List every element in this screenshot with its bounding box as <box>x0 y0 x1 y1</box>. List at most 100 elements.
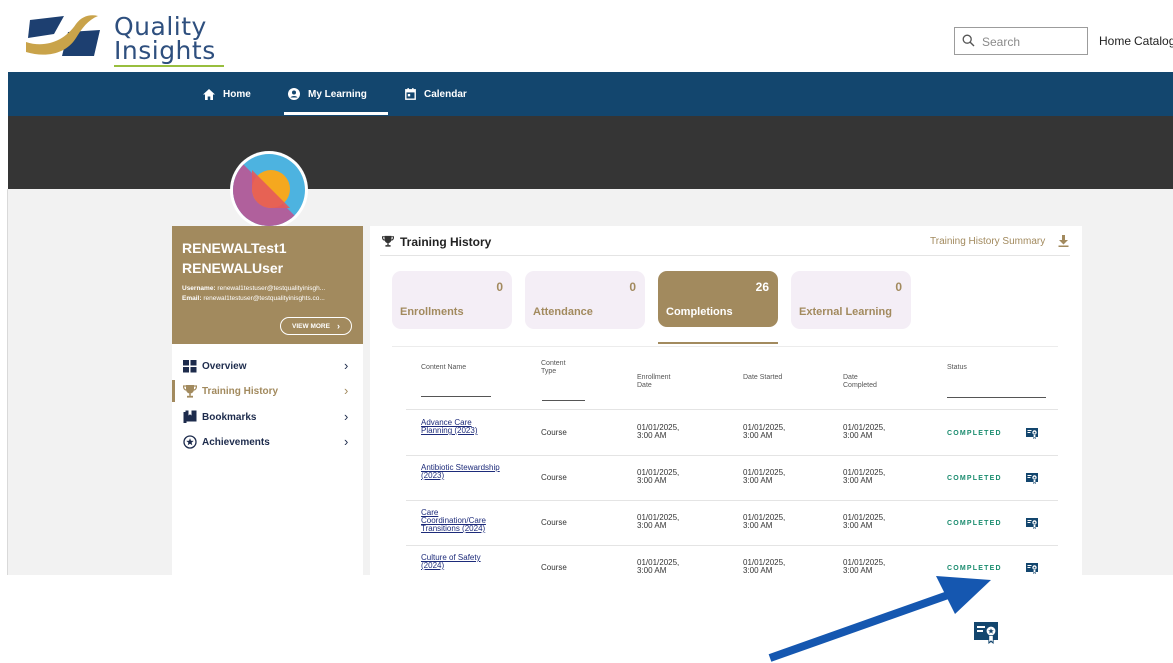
row-content-type: Course <box>541 473 567 482</box>
row-date-completed: 01/01/2025, 3:00 AM <box>843 468 886 485</box>
table-row: Advance Care Planning (2023) Course 01/01/… <box>406 411 1058 456</box>
book-icon <box>183 410 197 423</box>
user-circle-icon <box>288 88 300 100</box>
chevron-right-icon: › <box>336 320 340 331</box>
row-enrollment-date: 01/01/2025, 3:00 AM <box>637 513 680 530</box>
main-nav-bar: Home My Learning Calendar <box>8 72 1173 116</box>
row-date-started: 01/01/2025, 3:00 AM <box>743 513 786 530</box>
row-content-name-link[interactable]: Antibiotic Stewardship (2023) <box>421 464 501 480</box>
top-link-home[interactable]: Home <box>1099 34 1131 48</box>
house-icon <box>203 88 215 100</box>
screen: Quality Insights Home Catalog Home My Le… <box>0 0 1173 663</box>
col-header-enrollment-date[interactable]: Enrollment Date <box>637 374 677 390</box>
nav-tab-home-label: Home <box>223 88 251 100</box>
avatar[interactable] <box>230 151 308 229</box>
col-header-date-completed[interactable]: Date Completed <box>843 374 883 390</box>
table-row: Care Coordination/Care Transitions (2024… <box>406 501 1058 546</box>
calendar-icon <box>405 88 416 100</box>
download-icon[interactable] <box>1058 235 1069 247</box>
row-content-type: Course <box>541 428 567 437</box>
row-content-name-link[interactable]: Culture of Safety (2024) <box>421 554 501 570</box>
certificate-icon[interactable] <box>1026 472 1039 490</box>
search-box[interactable] <box>954 27 1088 55</box>
profile-username-value: renewal1testuser@testqualityinisgh... <box>217 285 326 292</box>
side-menu <box>172 344 363 575</box>
below-screenshot-area <box>0 575 1173 663</box>
chevron-right-icon: › <box>344 434 349 449</box>
nav-tab-calendar[interactable]: Calendar <box>405 72 467 116</box>
menu-item-achievements[interactable]: Achievements › <box>172 431 363 453</box>
menu-item-bookmarks-label: Bookmarks <box>202 411 257 423</box>
menu-item-training-history[interactable]: Training History › <box>172 380 363 402</box>
col-header-content-type[interactable]: Content Type <box>541 360 581 376</box>
row-status-badge: COMPLETED <box>947 430 1002 437</box>
certificate-icon[interactable] <box>1026 427 1039 445</box>
tile-external-learning[interactable]: 0 External Learning <box>791 271 911 329</box>
row-date-started: 01/01/2025, 3:00 AM <box>743 423 786 440</box>
row-date-started: 01/01/2025, 3:00 AM <box>743 468 786 485</box>
profile-first-name: RENEWALTest1 <box>182 240 287 256</box>
search-input[interactable] <box>982 33 1082 51</box>
col-filter-content-type[interactable] <box>542 400 585 401</box>
training-history-title: Training History <box>400 235 492 249</box>
profile-username: Username: renewal1testuser@testqualityin… <box>182 285 354 292</box>
row-status-badge: COMPLETED <box>947 565 1002 572</box>
row-content-name-link[interactable]: Advance Care Planning (2023) <box>421 419 501 435</box>
nav-tab-calendar-label: Calendar <box>424 88 467 100</box>
logo-mark-icon <box>26 15 100 56</box>
tile-enrollments-count: 0 <box>496 280 503 294</box>
certificate-icon[interactable] <box>1026 517 1039 535</box>
active-tile-indicator <box>658 342 778 344</box>
row-content-type: Course <box>541 563 567 572</box>
col-header-status[interactable]: Status <box>947 364 967 372</box>
tile-external-learning-label: External Learning <box>799 306 892 318</box>
menu-item-training-history-label: Training History <box>202 385 279 397</box>
training-history-card: Training History Training History Summar… <box>370 226 1082 591</box>
tiles-divider <box>392 346 1058 347</box>
certificate-icon-enlarged <box>974 622 998 644</box>
trophy-icon <box>183 385 197 398</box>
menu-item-overview[interactable]: Overview › <box>172 355 363 377</box>
nav-tab-my-learning[interactable]: My Learning <box>288 72 367 116</box>
nav-tab-my-learning-label: My Learning <box>308 88 367 100</box>
profile-email-value: renewal1testuser@testqualityinisghts.co.… <box>203 295 325 302</box>
col-filter-status[interactable] <box>947 397 1046 398</box>
card-header-divider <box>380 255 1070 256</box>
nav-tab-home[interactable]: Home <box>203 72 251 116</box>
row-enrollment-date: 01/01/2025, 3:00 AM <box>637 423 680 440</box>
tile-completions[interactable]: 26 Completions <box>658 271 778 327</box>
profile-card: RENEWALTest1 RENEWALUser Username: renew… <box>172 226 363 344</box>
tile-attendance-label: Attendance <box>533 306 593 318</box>
col-header-date-started[interactable]: Date Started <box>743 374 783 382</box>
view-more-label: VIEW MORE <box>292 322 330 330</box>
menu-item-achievements-label: Achievements <box>202 436 270 448</box>
row-content-name-link[interactable]: Care Coordination/Care Transitions (2024… <box>421 509 501 533</box>
chevron-right-icon: › <box>344 409 349 424</box>
view-more-button[interactable]: VIEW MORE › <box>280 317 352 335</box>
row-enrollment-date: 01/01/2025, 3:00 AM <box>637 558 680 575</box>
profile-username-label: Username: <box>182 285 216 292</box>
search-icon <box>962 34 975 47</box>
logo-text-insights: Insights <box>114 36 216 65</box>
table-header-divider <box>406 409 1058 410</box>
tile-enrollments[interactable]: 0 Enrollments <box>392 271 512 329</box>
col-header-content-name[interactable]: Content Name <box>421 364 466 372</box>
quality-insights-logo[interactable]: Quality Insights <box>24 10 224 67</box>
row-status-badge: COMPLETED <box>947 520 1002 527</box>
row-enrollment-date: 01/01/2025, 3:00 AM <box>637 468 680 485</box>
row-status-badge: COMPLETED <box>947 475 1002 482</box>
row-date-completed: 01/01/2025, 3:00 AM <box>843 513 886 530</box>
top-link-catalog[interactable]: Catalog <box>1134 34 1173 48</box>
tile-attendance[interactable]: 0 Attendance <box>525 271 645 329</box>
training-history-summary-link[interactable]: Training History Summary <box>930 236 1045 247</box>
profile-email: Email: renewal1testuser@testqualityinisg… <box>182 295 354 302</box>
row-date-started: 01/01/2025, 3:00 AM <box>743 558 786 575</box>
menu-item-bookmarks[interactable]: Bookmarks › <box>172 406 363 428</box>
col-filter-content-name[interactable] <box>421 396 491 397</box>
row-date-completed: 01/01/2025, 3:00 AM <box>843 558 886 575</box>
grid-icon <box>183 360 197 373</box>
tile-completions-label: Completions <box>666 306 733 318</box>
profile-email-label: Email: <box>182 295 202 302</box>
trophy-icon <box>382 235 394 247</box>
tile-external-learning-count: 0 <box>895 280 902 294</box>
